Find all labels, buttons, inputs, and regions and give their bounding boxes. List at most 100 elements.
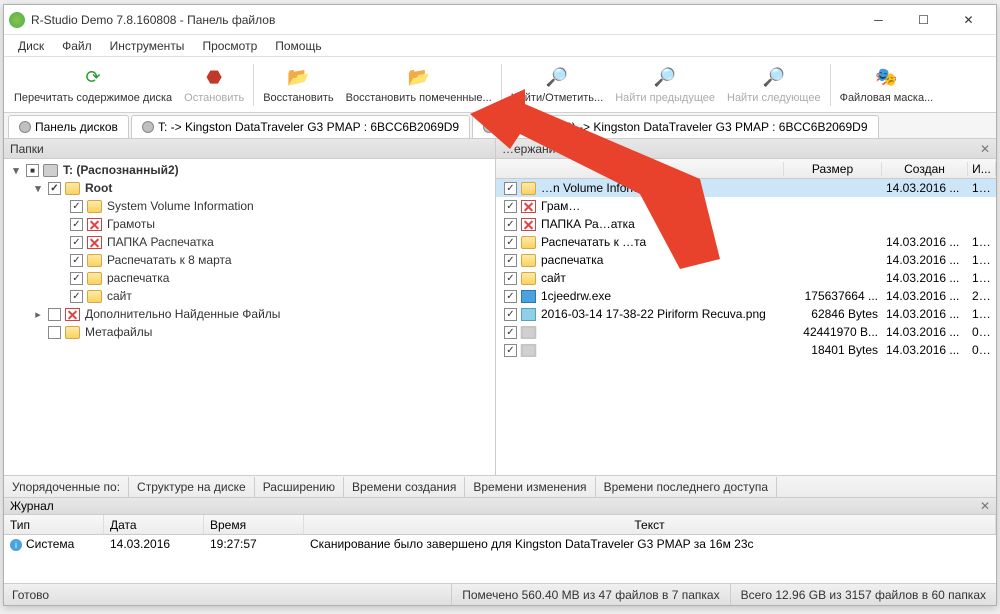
checkbox[interactable] bbox=[504, 182, 517, 195]
redx-icon bbox=[65, 308, 80, 321]
menu-file[interactable]: Файл bbox=[54, 37, 100, 55]
tree-row[interactable]: сайт bbox=[4, 287, 495, 305]
jcol-type[interactable]: Тип bbox=[4, 515, 104, 534]
file-row[interactable]: сайт14.03.2016 ...14.0 bbox=[496, 269, 996, 287]
tree-row[interactable]: Метафайлы bbox=[4, 323, 495, 341]
sort-structure[interactable]: Структуре на диске bbox=[129, 477, 255, 497]
tree-row[interactable]: Грамоты bbox=[4, 215, 495, 233]
checkbox[interactable] bbox=[70, 254, 83, 267]
jcol-time[interactable]: Время bbox=[204, 515, 304, 534]
checkbox[interactable] bbox=[504, 344, 517, 357]
file-row[interactable]: 42441970 B...14.03.2016 ...07.0 bbox=[496, 323, 996, 341]
checkbox[interactable] bbox=[504, 218, 517, 231]
checkbox[interactable] bbox=[48, 326, 61, 339]
tab-drive-t[interactable]: T: -> Kingston DataTraveler G3 PMAP : 6B… bbox=[131, 115, 470, 138]
checkbox[interactable] bbox=[504, 254, 517, 267]
menu-view[interactable]: Просмотр bbox=[194, 37, 265, 55]
journal-columns: Тип Дата Время Текст bbox=[4, 515, 996, 535]
expander-icon[interactable]: ▸ bbox=[32, 308, 44, 321]
expander-icon[interactable]: ▾ bbox=[32, 182, 44, 195]
file-name: …n Volume Information bbox=[541, 181, 666, 195]
tree-row[interactable]: Распечатать к 8 марта bbox=[4, 251, 495, 269]
checkbox[interactable] bbox=[504, 290, 517, 303]
file-row[interactable]: 1cjeedrw.exe175637664 ...14.03.2016 ...2… bbox=[496, 287, 996, 305]
file-row[interactable]: 2016-03-14 17-38-22 Piriform Recuva.png6… bbox=[496, 305, 996, 323]
disks-icon bbox=[19, 121, 31, 133]
tree-label: сайт bbox=[107, 289, 132, 303]
expander-icon[interactable]: ▾ bbox=[10, 164, 22, 177]
checkbox[interactable] bbox=[70, 290, 83, 303]
file-row[interactable]: Грам… bbox=[496, 197, 996, 215]
menubar: Диск Файл Инструменты Просмотр Помощь bbox=[4, 35, 996, 57]
file-name: сайт bbox=[541, 271, 566, 285]
sort-ctime[interactable]: Времени создания bbox=[344, 477, 465, 497]
tree-row[interactable]: ПАПКА Распечатка bbox=[4, 233, 495, 251]
file-created: 14.03.2016 ... bbox=[882, 325, 968, 339]
checkbox[interactable] bbox=[504, 308, 517, 321]
tree-row[interactable]: System Volume Information bbox=[4, 197, 495, 215]
journal-close-button[interactable]: ✕ bbox=[980, 499, 990, 513]
find-prev-button[interactable]: 🔎Найти предыдущее bbox=[609, 58, 721, 112]
checkbox[interactable] bbox=[48, 308, 61, 321]
file-list[interactable]: …n Volume Information14.03.2016 ...14.0Г… bbox=[496, 179, 996, 475]
file-row[interactable]: ПАПКА Ра…атка bbox=[496, 215, 996, 233]
file-row[interactable]: распечатка14.03.2016 ...14.0 bbox=[496, 251, 996, 269]
statusbar: Готово Помечено 560.40 MB из 47 файлов в… bbox=[4, 583, 996, 605]
close-button[interactable]: ✕ bbox=[946, 6, 991, 34]
checkbox[interactable] bbox=[504, 272, 517, 285]
jcol-text[interactable]: Текст bbox=[304, 515, 996, 534]
tree-row[interactable]: ▾T: (Распознанный2) bbox=[4, 161, 495, 179]
binoculars-icon: 🔎 bbox=[545, 66, 569, 90]
jcol-date[interactable]: Дата bbox=[104, 515, 204, 534]
file-row[interactable]: Распечатать к …та14.03.2016 ...14.0 bbox=[496, 233, 996, 251]
folder-tree[interactable]: ▾T: (Распознанный2)▾RootSystem Volume In… bbox=[4, 159, 495, 475]
app-window: R-Studio Demo 7.8.160808 - Панель файлов… bbox=[3, 4, 997, 606]
file-mask-button[interactable]: 🎭Файловая маска... bbox=[834, 58, 940, 112]
tree-row[interactable]: распечатка bbox=[4, 269, 495, 287]
maximize-button[interactable]: ☐ bbox=[901, 6, 946, 34]
find-button[interactable]: 🔎Найти/Отметить... bbox=[505, 58, 609, 112]
file-name: распечатка bbox=[541, 253, 603, 267]
journal-row[interactable]: iСистема 14.03.2016 19:27:57 Сканировани… bbox=[4, 535, 996, 553]
recover-button[interactable]: 📂Восстановить bbox=[257, 58, 339, 112]
folder-icon bbox=[65, 326, 80, 339]
blur-ico-icon bbox=[521, 344, 536, 357]
sort-filter-bar: Упорядоченные по: Структуре на диске Рас… bbox=[4, 475, 996, 497]
sort-extension[interactable]: Расширению bbox=[255, 477, 344, 497]
tab-scan-result[interactable]: …ознанный2) -> Kingston DataTraveler G3 … bbox=[472, 115, 878, 138]
pane-close-button[interactable]: ✕ bbox=[980, 142, 990, 156]
find-next-button[interactable]: 🔎Найти следующее bbox=[721, 58, 827, 112]
file-name: 2016-03-14 17-38-22 Piriform Recuva.png bbox=[541, 307, 766, 321]
col-size[interactable]: Размер bbox=[784, 162, 882, 176]
file-modified: 28.1 bbox=[968, 289, 996, 303]
reread-button[interactable]: ⟳Перечитать содержимое диска bbox=[8, 58, 178, 112]
journal-header: Журнал✕ bbox=[4, 497, 996, 515]
col-created[interactable]: Создан bbox=[882, 162, 968, 176]
col-name[interactable]: Имя bbox=[496, 162, 784, 176]
file-row[interactable]: 18401 Bytes14.03.2016 ...04.0 bbox=[496, 341, 996, 359]
checkbox[interactable] bbox=[504, 200, 517, 213]
sort-atime[interactable]: Времени последнего доступа bbox=[596, 477, 777, 497]
contents-pane: …ержание✕ Имя Размер Создан И... …n Volu… bbox=[496, 139, 996, 475]
minimize-button[interactable]: ─ bbox=[856, 6, 901, 34]
recover-marked-button[interactable]: 📂Восстановить помеченные... bbox=[340, 58, 498, 112]
checkbox[interactable] bbox=[26, 164, 39, 177]
checkbox[interactable] bbox=[504, 236, 517, 249]
file-row[interactable]: …n Volume Information14.03.2016 ...14.0 bbox=[496, 179, 996, 197]
stop-button[interactable]: ⬣Остановить bbox=[178, 58, 250, 112]
tree-row[interactable]: ▸Дополнительно Найденные Файлы bbox=[4, 305, 495, 323]
menu-tools[interactable]: Инструменты bbox=[102, 37, 193, 55]
col-modified[interactable]: И... bbox=[968, 162, 996, 176]
checkbox[interactable] bbox=[504, 326, 517, 339]
menu-help[interactable]: Помощь bbox=[267, 37, 329, 55]
checkbox[interactable] bbox=[48, 182, 61, 195]
checkbox[interactable] bbox=[70, 236, 83, 249]
checkbox[interactable] bbox=[70, 218, 83, 231]
file-created: 14.03.2016 ... bbox=[882, 253, 968, 267]
checkbox[interactable] bbox=[70, 200, 83, 213]
tab-disks-panel[interactable]: Панель дисков bbox=[8, 115, 129, 138]
checkbox[interactable] bbox=[70, 272, 83, 285]
menu-disk[interactable]: Диск bbox=[10, 37, 52, 55]
sort-mtime[interactable]: Времени изменения bbox=[465, 477, 595, 497]
tree-row[interactable]: ▾Root bbox=[4, 179, 495, 197]
